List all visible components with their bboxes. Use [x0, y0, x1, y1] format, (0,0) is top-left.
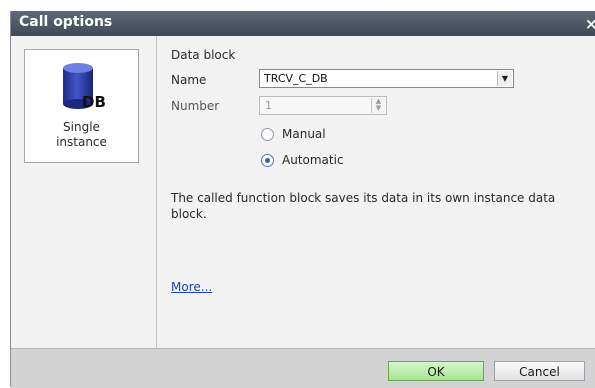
close-icon[interactable]: × — [585, 15, 595, 33]
instance-type-panel: DB Single instance — [11, 36, 157, 348]
spinner-icon[interactable]: ▲ ▼ — [371, 98, 385, 113]
name-combobox[interactable]: TRCV_C_DB ▼ — [259, 69, 514, 88]
name-value[interactable]: TRCV_C_DB — [264, 72, 328, 85]
single-instance-tile[interactable]: DB Single instance — [24, 49, 139, 163]
number-stepper[interactable]: 1 ▲ ▼ — [259, 96, 387, 115]
ok-button[interactable]: OK — [388, 361, 484, 381]
description-text: The called function block saves its data… — [171, 191, 556, 221]
call-options-dialog: Call options × DB Single instance Data b… — [10, 11, 595, 388]
manual-radio-label[interactable]: Manual — [282, 127, 326, 141]
name-label: Name — [171, 73, 207, 87]
dialog-footer: OK Cancel — [11, 348, 595, 388]
title-bar: Call options × — [11, 11, 595, 36]
tile-label-line2: instance — [56, 135, 107, 149]
tile-label-line1: Single — [63, 120, 100, 134]
db-icon-label: DB — [82, 93, 105, 111]
number-label: Number — [171, 99, 220, 113]
single-instance-label: Single instance — [25, 120, 138, 150]
cancel-button[interactable]: Cancel — [494, 361, 585, 381]
dropdown-arrow-icon[interactable]: ▼ — [497, 71, 512, 86]
number-value: 1 — [265, 99, 272, 112]
data-block-heading: Data block — [171, 48, 236, 62]
automatic-radio-label[interactable]: Automatic — [282, 153, 344, 167]
options-panel: Data block Name TRCV_C_DB ▼ Number 1 ▲ ▼ … — [157, 36, 595, 348]
manual-radio[interactable] — [261, 128, 274, 141]
more-link[interactable]: More... — [171, 280, 212, 294]
dialog-title: Call options — [19, 14, 113, 30]
database-icon: DB — [63, 63, 105, 111]
automatic-radio[interactable] — [261, 154, 274, 167]
